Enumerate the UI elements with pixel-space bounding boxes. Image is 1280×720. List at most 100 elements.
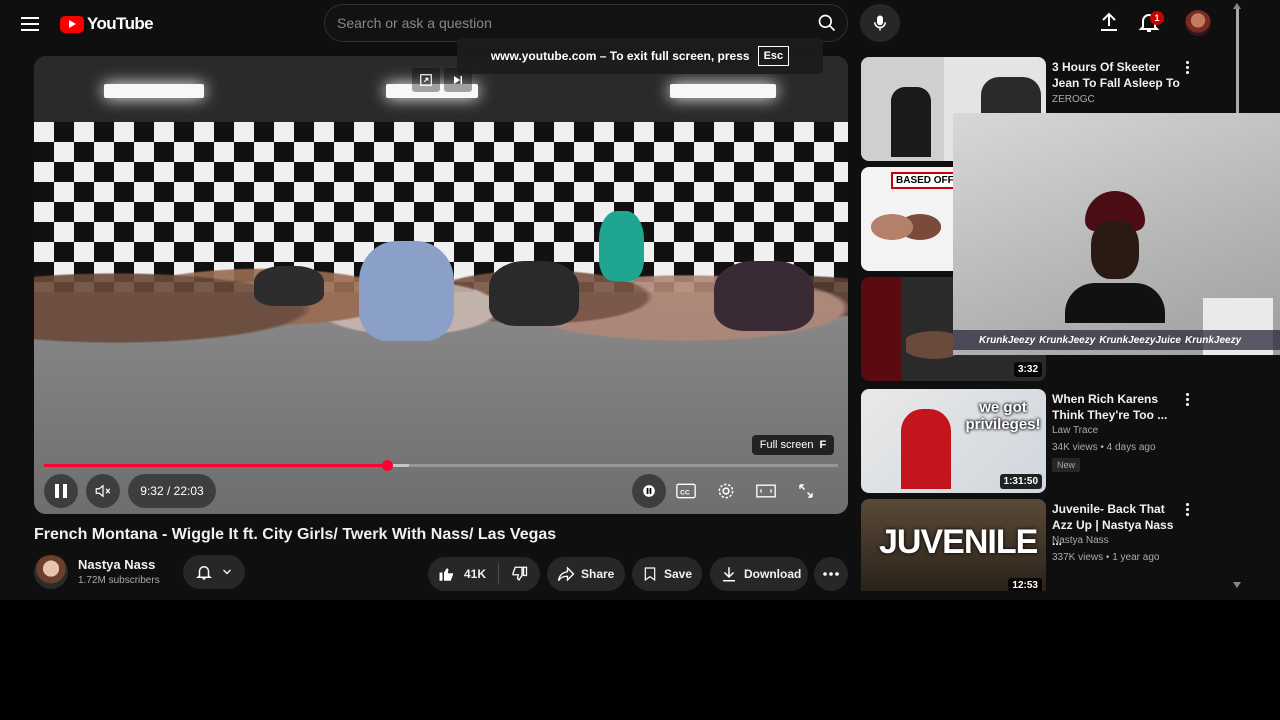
dancer-figure xyxy=(254,266,324,306)
fullscreen-tooltip: Full screen F xyxy=(752,435,834,455)
video-thumbnail[interactable]: JUVENILE 12:53 xyxy=(861,499,1046,591)
logo-text: YouTube xyxy=(87,14,154,33)
twitch-handle: KrunkJeezy xyxy=(979,334,1036,346)
search-box xyxy=(324,4,848,42)
like-count: 41K xyxy=(464,567,487,581)
share-icon xyxy=(557,566,575,582)
fullscreen-tooltip-label: Full screen xyxy=(759,439,814,451)
thumbs-down-icon xyxy=(512,566,528,582)
volume-muted-icon xyxy=(95,484,111,498)
fullscreen-toast-key: Esc xyxy=(757,46,790,66)
miniplayer-icon xyxy=(420,74,432,86)
account-avatar[interactable] xyxy=(1185,10,1211,36)
dancer-figure xyxy=(359,241,454,341)
skip-next-icon xyxy=(454,76,462,84)
share-button[interactable]: Share xyxy=(547,557,625,591)
youtube-logo[interactable]: YouTube xyxy=(60,14,154,34)
save-label: Save xyxy=(664,567,693,581)
related-video-title[interactable]: 3 Hours Of Skeeter Jean To Fall Asleep T… xyxy=(1052,59,1182,91)
dislike-button[interactable] xyxy=(499,565,539,583)
more-options-button[interactable] xyxy=(1185,393,1191,411)
player-right-controls: CC xyxy=(632,474,838,508)
related-video-channel[interactable]: ZEROGC xyxy=(1052,94,1095,105)
scrollbar-thumb[interactable] xyxy=(1236,8,1239,114)
theater-icon xyxy=(756,484,776,498)
scroll-down-arrow-icon[interactable] xyxy=(1233,582,1241,588)
gear-icon xyxy=(718,483,734,499)
fullscreen-icon xyxy=(799,484,813,498)
progress-played xyxy=(44,464,387,467)
share-label: Share xyxy=(581,567,615,581)
video-duration: 12:53 xyxy=(1008,578,1042,591)
related-video-title[interactable]: When Rich Karens Think They're Too ... xyxy=(1052,391,1182,423)
dancer-figure xyxy=(714,261,814,331)
empty-below-area xyxy=(0,600,1280,720)
video-title: French Montana - Wiggle It ft. City Girl… xyxy=(34,526,557,543)
scroll-up-arrow-icon[interactable] xyxy=(1233,3,1241,9)
upload-icon xyxy=(1101,12,1117,31)
notification-badge: 1 xyxy=(1150,11,1164,25)
download-button[interactable]: Download xyxy=(710,557,808,591)
youtube-handle: KrunkJeezy xyxy=(1039,334,1096,346)
channel-avatar[interactable] xyxy=(34,555,68,589)
search-button[interactable] xyxy=(807,5,847,41)
bell-icon xyxy=(196,566,212,580)
more-options-button[interactable] xyxy=(1185,61,1191,79)
video-duration: 3:32 xyxy=(1013,362,1042,377)
thumbs-up-icon xyxy=(439,568,453,581)
search-input[interactable] xyxy=(337,5,797,41)
download-label: Download xyxy=(744,567,802,581)
menu-icon[interactable] xyxy=(18,12,42,36)
related-video-channel[interactable]: Nastya Nass xyxy=(1052,535,1109,546)
subscribe-notifications-button[interactable] xyxy=(183,555,245,589)
streamer-webcam-overlay: KrunkJeezy KrunkJeezy KrunkJeezyJuice Kr… xyxy=(953,113,1280,355)
thumbnail-caption: BASED OFF xyxy=(891,172,959,189)
settings-button[interactable] xyxy=(706,474,746,508)
autoplay-toggle[interactable] xyxy=(632,474,666,508)
related-video[interactable]: we got privileges! 1:31:50 When Rich Kar… xyxy=(861,389,1231,493)
fullscreen-exit-toast: www.youtube.com – To exit full screen, p… xyxy=(457,38,823,74)
fullscreen-toast-text: www.youtube.com – To exit full screen, p… xyxy=(490,49,750,63)
video-thumbnail[interactable]: we got privileges! 1:31:50 xyxy=(861,389,1046,493)
mute-button[interactable] xyxy=(86,474,120,508)
microphone-icon xyxy=(874,15,886,31)
svg-text:CC: CC xyxy=(680,489,690,496)
download-icon xyxy=(723,567,735,582)
channel-name[interactable]: Nastya Nass xyxy=(78,557,155,572)
captions-icon: CC xyxy=(676,483,696,499)
more-horizontal-icon xyxy=(823,572,839,576)
progress-scrubber[interactable] xyxy=(382,460,393,471)
theater-mode-button[interactable] xyxy=(746,474,786,508)
search-icon xyxy=(818,14,836,32)
progress-bar[interactable] xyxy=(44,460,838,471)
upload-button[interactable] xyxy=(1097,10,1121,34)
social-handles-bar: KrunkJeezy KrunkJeezy KrunkJeezyJuice Kr… xyxy=(953,330,1280,350)
dancer-figure xyxy=(599,211,644,281)
related-video-stats: 34K views • 4 days ago xyxy=(1052,442,1156,453)
like-dislike-group: 41K xyxy=(428,557,540,591)
related-video-stats: 337K views • 1 year ago xyxy=(1052,552,1160,563)
bookmark-icon xyxy=(644,567,656,582)
video-duration: 1:31:50 xyxy=(999,474,1042,489)
related-video[interactable]: JUVENILE 12:53 Juvenile- Back That Azz U… xyxy=(861,499,1231,591)
play-pause-button[interactable] xyxy=(44,474,78,508)
related-video-channel[interactable]: Law Trace xyxy=(1052,425,1098,436)
exit-fullscreen-button[interactable] xyxy=(786,474,826,508)
autoplay-pause-icon xyxy=(643,485,655,497)
new-badge: New xyxy=(1052,458,1081,472)
tiktok-handle: KrunkJeezyJuice xyxy=(1099,334,1181,346)
webcam-streamer xyxy=(1065,191,1165,323)
video-player[interactable]: Full screen F 9:32 / 22:03 CC xyxy=(34,56,848,514)
subtitles-button[interactable]: CC xyxy=(666,474,706,508)
more-options-button[interactable] xyxy=(1185,503,1191,521)
more-actions-button[interactable] xyxy=(814,557,848,591)
miniplayer-button[interactable] xyxy=(412,68,440,92)
dancer-figure xyxy=(489,261,579,326)
video-frame xyxy=(34,56,848,514)
voice-search-button[interactable] xyxy=(860,4,900,42)
chevron-down-icon xyxy=(223,569,231,575)
x-handle: KrunkJeezy xyxy=(1185,334,1242,346)
like-button[interactable]: 41K xyxy=(428,565,498,583)
save-button[interactable]: Save xyxy=(632,557,702,591)
thumbnail-caption: JUVENILE xyxy=(879,523,1038,561)
